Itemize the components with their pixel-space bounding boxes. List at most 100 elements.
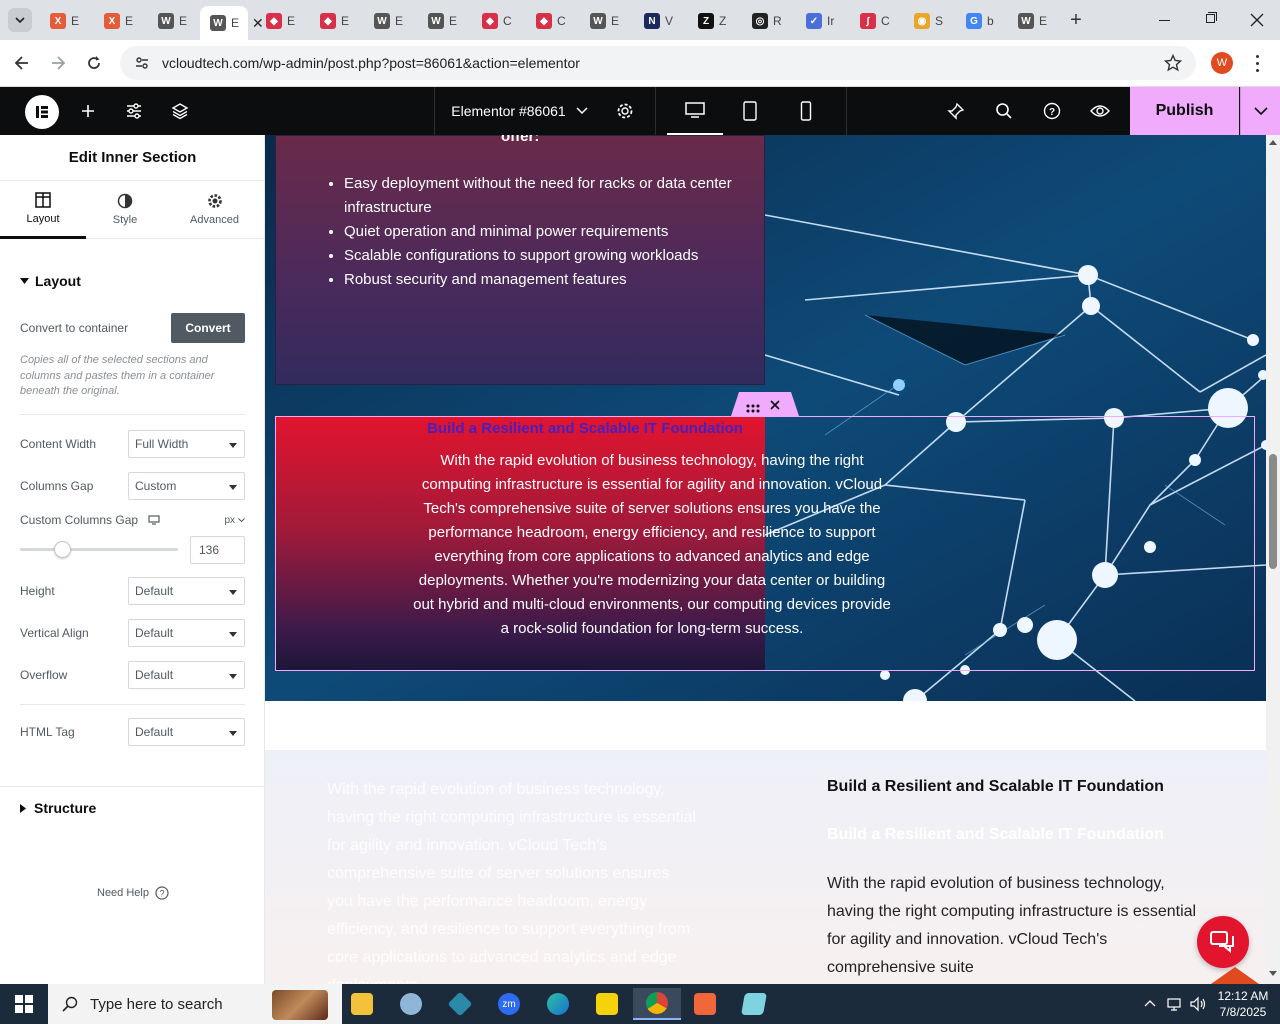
browser-tab[interactable]: WE	[1008, 8, 1060, 34]
show-hidden-icons[interactable]	[1144, 999, 1156, 1007]
overflow-select[interactable]: Default	[128, 661, 245, 689]
browser-tab[interactable]: NV	[634, 8, 686, 34]
delete-section-icon[interactable]	[769, 398, 781, 410]
browser-tab[interactable]: ZZ	[688, 8, 740, 34]
browser-tab[interactable]: XE	[94, 8, 146, 34]
chrome-app[interactable]	[633, 988, 681, 1020]
paint-app[interactable]	[391, 988, 431, 1020]
scroll-up-icon[interactable]	[1269, 139, 1277, 145]
vertical-align-select[interactable]: Default	[128, 619, 245, 647]
browser-tab[interactable]: Gb	[956, 8, 1008, 34]
file-explorer-app[interactable]	[342, 988, 382, 1020]
html-tag-select[interactable]: Default	[128, 718, 245, 746]
site-info-icon[interactable]	[134, 55, 150, 71]
profile-avatar[interactable]: W	[1211, 52, 1233, 74]
structure-section-title: Structure	[34, 800, 97, 816]
browser-menu-button[interactable]	[1250, 54, 1264, 74]
forward-icon[interactable]	[48, 53, 68, 73]
navigator-button[interactable]	[158, 87, 202, 135]
favicon-icon: W	[590, 13, 606, 29]
browser-tab[interactable]: ◆ E	[256, 8, 308, 34]
zoom-app[interactable]: zm	[489, 988, 529, 1020]
back-icon[interactable]	[12, 53, 32, 73]
taskbar-search-box[interactable]: Type here to search	[48, 984, 342, 1024]
tab-style[interactable]: Style	[86, 181, 164, 239]
mobile-view-button[interactable]	[784, 87, 828, 135]
scroll-to-top-marker[interactable]	[1211, 967, 1259, 984]
gap-slider-handle[interactable]	[54, 541, 71, 558]
browser-tab[interactable]: ✓ Ir	[796, 8, 848, 34]
tab-title: E	[231, 16, 240, 30]
close-window-button[interactable]	[1240, 8, 1276, 32]
browser-tab[interactable]: WE	[418, 8, 470, 34]
browser-tab[interactable]: WE	[364, 8, 416, 34]
document-title-dropdown[interactable]: Elementor #86061	[434, 87, 604, 135]
address-bar[interactable]: vcloudtech.com/wp-admin/post.php?post=86…	[120, 46, 1196, 80]
xampp-app[interactable]	[685, 988, 725, 1020]
windows-logo-icon	[15, 995, 33, 1013]
browser-tab[interactable]: ◆ E	[310, 8, 362, 34]
minimize-button[interactable]	[1146, 10, 1182, 30]
drag-handle-icon[interactable]	[745, 400, 761, 413]
teal-app[interactable]	[440, 988, 480, 1020]
browser-tab[interactable]: ∫ C	[850, 8, 902, 34]
structure-section-toggle[interactable]: Structure	[20, 800, 96, 816]
columns-gap-select[interactable]: Custom	[128, 472, 245, 500]
publish-options-button[interactable]	[1240, 87, 1280, 135]
preview-button[interactable]	[1078, 87, 1122, 135]
add-element-button[interactable]	[66, 87, 110, 135]
notepad-app[interactable]	[734, 988, 774, 1020]
content-width-select[interactable]: Full Width	[128, 430, 245, 458]
favicon-icon: G	[966, 13, 982, 29]
height-select[interactable]: Default	[128, 577, 245, 605]
restore-button[interactable]	[1192, 10, 1228, 30]
gap-slider-track[interactable]	[20, 548, 178, 551]
notes-button[interactable]	[934, 87, 978, 135]
lower-section: With the rapid evolution of business tec…	[265, 750, 1266, 984]
pin-icon	[947, 102, 965, 120]
tab-layout[interactable]: Layout	[0, 181, 86, 239]
volume-icon[interactable]	[1189, 996, 1207, 1012]
tablet-view-button[interactable]	[728, 87, 772, 135]
reload-icon[interactable]	[84, 53, 104, 73]
chat-widget-button[interactable]	[1197, 916, 1249, 968]
tab-search-button[interactable]	[8, 8, 32, 32]
browser-tab[interactable]: ◉ S	[904, 8, 956, 34]
site-settings-button[interactable]	[112, 87, 156, 135]
clock[interactable]: 12:12 AM 7/8/2025	[1212, 988, 1274, 1020]
publish-button[interactable]: Publish	[1130, 87, 1239, 135]
start-button[interactable]	[0, 984, 48, 1024]
browser-tab[interactable]: WE	[580, 8, 632, 34]
browser-tab[interactable]: ◆ C	[526, 8, 578, 34]
finder-button[interactable]	[982, 87, 1026, 135]
scrollbar-thumb[interactable]	[1269, 454, 1277, 569]
need-help-link[interactable]: Need Help ?	[97, 886, 169, 900]
page-settings-button[interactable]	[603, 87, 647, 135]
lower-right-heading-faded: Build a Resilient and Scalable IT Founda…	[827, 826, 1164, 843]
network-icon[interactable]	[1166, 996, 1182, 1012]
bookmark-star-icon[interactable]	[1164, 54, 1182, 72]
browser-tab[interactable]: XE	[40, 8, 92, 34]
desktop-view-button[interactable]	[667, 87, 723, 135]
caret-down-icon	[20, 278, 29, 284]
convert-button[interactable]: Convert	[171, 313, 245, 343]
tab-advanced[interactable]: Advanced	[164, 181, 265, 239]
help-button[interactable]: ?	[1030, 87, 1074, 135]
gap-number-input[interactable]: 136	[190, 536, 245, 564]
layout-section-toggle[interactable]: Layout	[20, 271, 81, 291]
unit-selector[interactable]: px	[224, 515, 235, 526]
elementor-logo-button[interactable]	[25, 95, 59, 129]
browser-tab[interactable]: ◎ R	[742, 8, 794, 34]
tab-title: Ir	[827, 14, 835, 28]
browser-tab[interactable]: WE	[148, 8, 200, 34]
browser-tab[interactable]: ◆ C	[472, 8, 524, 34]
sticky-notes-app[interactable]	[587, 988, 627, 1020]
chevron-down-icon	[15, 17, 25, 24]
new-tab-button[interactable]: +	[1064, 8, 1088, 32]
edge-app[interactable]	[538, 988, 578, 1020]
canvas-scrollbar[interactable]	[1266, 135, 1280, 984]
browser-tab[interactable]: W E ✕	[200, 6, 264, 40]
desktop-icon[interactable]	[148, 515, 160, 525]
panel-title: Edit Inner Section	[68, 149, 197, 166]
scroll-down-icon[interactable]	[1269, 971, 1277, 977]
